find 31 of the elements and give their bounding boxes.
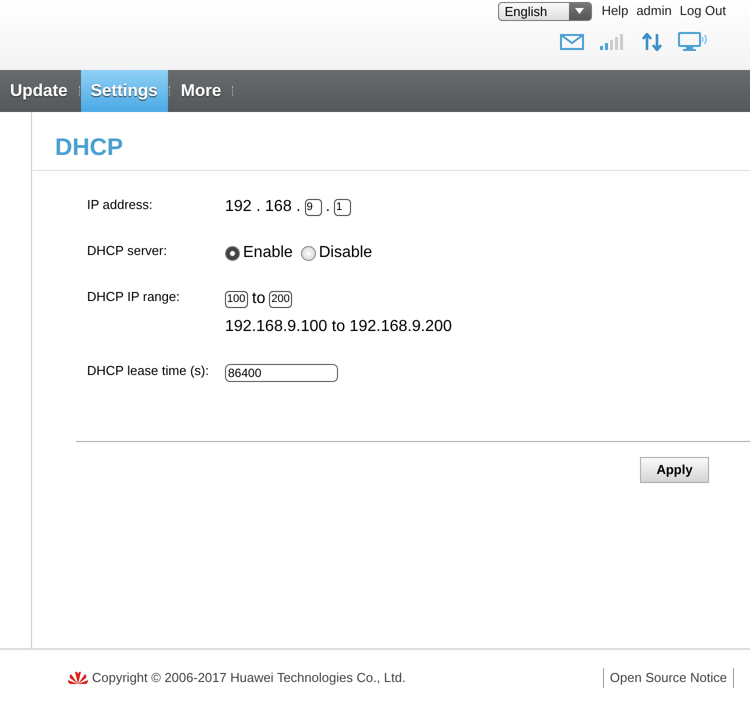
ip-octet-field[interactable]: 1 xyxy=(334,198,352,216)
range-start-field[interactable]: 100 xyxy=(225,290,248,308)
header-link[interactable]: Log Out xyxy=(680,1,726,21)
field-label: DHCP IP range: xyxy=(87,289,180,304)
language-dropdown[interactable]: English xyxy=(498,2,592,20)
copyright-text: Copyright © 2006-2017 Huawei Technologies Co., Ltd. xyxy=(92,669,407,688)
logo-icon xyxy=(68,671,88,685)
ip-text: 192 . 168 . xyxy=(225,197,301,217)
lease-time-field[interactable]: 86400 xyxy=(225,364,338,382)
header-link[interactable]: Help xyxy=(602,1,628,21)
caret-icon xyxy=(575,8,584,14)
apply-button[interactable]: Apply xyxy=(640,457,709,483)
range-summary: 192.168.9.100 to 192.168.9.200 xyxy=(225,317,452,337)
ip-octet-field[interactable]: 9 xyxy=(304,198,322,216)
open-source-link[interactable]: Open Source Notice xyxy=(602,668,734,688)
nav-tab[interactable]: Update xyxy=(0,70,78,112)
data-transfer-icon[interactable] xyxy=(642,33,662,51)
range-text: to xyxy=(252,289,266,309)
radio-option[interactable]: Disable xyxy=(300,241,372,265)
header-link[interactable]: admin xyxy=(636,1,672,21)
field-label: IP address: xyxy=(87,197,153,212)
field-label: DHCP server: xyxy=(87,243,167,258)
nav-tab[interactable]: More xyxy=(170,70,232,112)
field-label: DHCP lease time (s): xyxy=(87,363,209,378)
signal-icon[interactable] xyxy=(600,34,626,50)
page-title: DHCP xyxy=(55,133,124,163)
computer-icon[interactable] xyxy=(678,32,708,52)
ip-text: . xyxy=(326,197,330,217)
mail-icon[interactable] xyxy=(560,34,584,50)
radio-option[interactable]: Enable xyxy=(225,241,293,265)
range-end-field[interactable]: 200 xyxy=(269,290,292,308)
